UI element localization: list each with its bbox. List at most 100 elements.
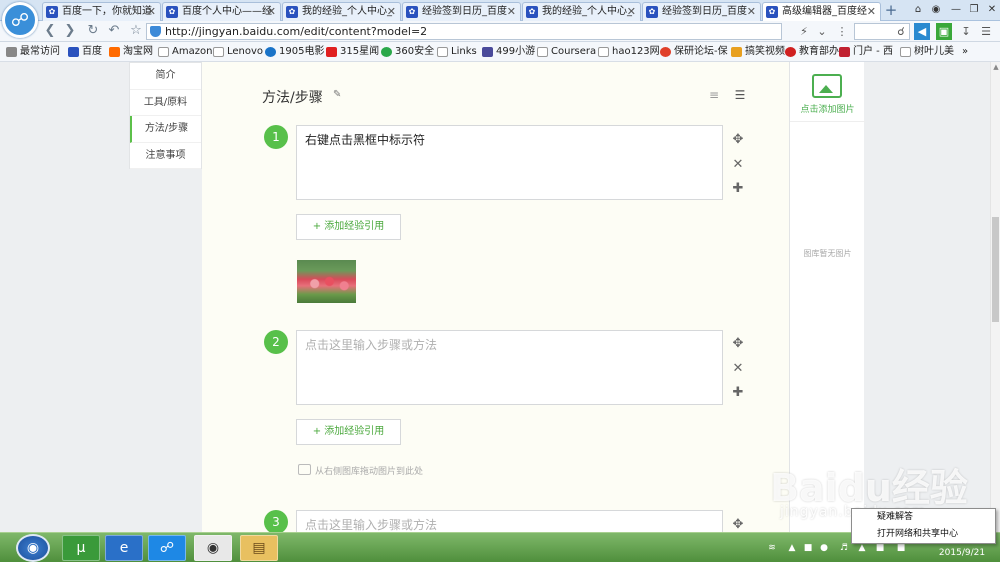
bookmark-item[interactable]: 499小游 <box>482 44 535 60</box>
close-icon[interactable]: ✕ <box>867 3 876 20</box>
page-icon <box>537 47 548 57</box>
forward-button[interactable]: ❯ <box>62 23 78 39</box>
delete-icon[interactable]: ✕ <box>730 157 746 173</box>
folder-icon <box>437 47 448 57</box>
back-button[interactable]: ❮ <box>42 23 58 39</box>
tray-app-icon[interactable]: ● <box>818 542 830 554</box>
new-tab-button[interactable]: + <box>882 2 900 20</box>
bookmark-item[interactable]: 最常访问 <box>6 44 60 60</box>
step-image-thumbnail[interactable] <box>297 260 356 303</box>
add-image-icon <box>812 74 842 98</box>
pencil-icon[interactable]: ✎ <box>333 89 341 100</box>
tab-6[interactable]: ✿ 经验签到日历_百度 ✕ <box>642 2 761 21</box>
ie-icon[interactable]: e <box>105 535 143 561</box>
add-icon[interactable]: ✚ <box>730 181 746 197</box>
url-text: http://jingyan.baidu.com/edit/content?mo… <box>165 25 428 38</box>
ordered-list-icon[interactable]: ≡ <box>707 88 721 102</box>
bookmark-item[interactable]: Links <box>437 44 477 60</box>
page-scrollbar[interactable]: ▲ <box>990 62 1000 532</box>
tab-5[interactable]: ✿ 我的经验_个人中心_ ✕ <box>522 2 641 21</box>
close-icon[interactable]: ✕ <box>507 3 516 20</box>
move-icon[interactable]: ✥ <box>730 336 746 352</box>
skin-icon[interactable]: ◉ <box>928 2 944 18</box>
portal-icon <box>839 47 850 57</box>
menu-icon[interactable]: ☰ <box>978 23 994 40</box>
tab-4[interactable]: ✿ 经验签到日历_百度 ✕ <box>402 2 521 21</box>
baidu-paw-icon <box>68 47 79 57</box>
home-icon[interactable]: ⌂ <box>910 2 926 18</box>
add-icon[interactable]: ✚ <box>730 385 746 401</box>
bookmark-item[interactable]: 360安全 <box>381 44 434 60</box>
restore-button[interactable]: ❐ <box>966 2 982 18</box>
close-icon[interactable]: ✕ <box>627 3 636 20</box>
extension-icon[interactable]: ▣ <box>936 23 952 40</box>
browser-logo-icon[interactable]: ☍ <box>2 2 38 38</box>
start-button[interactable]: ◉ <box>16 534 50 562</box>
tab-7-active[interactable]: ✿ 高级编辑器_百度经 ✕ <box>762 2 881 21</box>
bookmark-label: 保研论坛-保 <box>674 46 728 57</box>
bookmark-item[interactable]: 淘宝网 <box>109 44 153 60</box>
tab-3[interactable]: ✿ 我的经验_个人中心_ ✕ <box>282 2 401 21</box>
bookmark-item[interactable]: Lenovo <box>213 44 263 60</box>
download-icon[interactable]: ↧ <box>958 23 974 40</box>
nav-item-intro[interactable]: 简介 <box>130 63 201 90</box>
bookmark-item[interactable]: 搞笑视频 <box>731 44 785 60</box>
more-bookmarks-button[interactable]: » <box>962 44 968 60</box>
scrollbar-thumb[interactable] <box>992 217 999 322</box>
app-icon[interactable]: ◀ <box>914 23 930 40</box>
bookmark-item[interactable]: Amazon <box>158 44 212 60</box>
url-input[interactable]: http://jingyan.baidu.com/edit/content?mo… <box>146 23 782 40</box>
bookmark-item[interactable]: 315星闻 <box>326 44 379 60</box>
bookmark-item[interactable]: 保研论坛-保 <box>660 44 728 60</box>
utorrent-icon[interactable]: µ <box>62 535 100 561</box>
move-icon[interactable]: ✥ <box>730 517 746 532</box>
bullet-list-icon[interactable]: ☰ <box>733 88 747 102</box>
folder-icon[interactable]: ▤ <box>240 535 278 561</box>
nav-item-notes[interactable]: 注意事项 <box>130 143 201 169</box>
tray-app-icon[interactable]: ■ <box>802 542 814 554</box>
search-icon[interactable]: ☌ <box>893 23 909 40</box>
browser-taskbar-icon[interactable]: ☍ <box>148 535 186 561</box>
scroll-up-icon[interactable]: ▲ <box>991 62 1000 72</box>
minimize-button[interactable]: — <box>948 2 964 18</box>
close-icon[interactable]: ✕ <box>387 3 396 20</box>
step-input[interactable]: 右键点击黑框中标示符 <box>296 125 723 200</box>
tab-2[interactable]: ✿ 百度个人中心——经 ✕ <box>162 2 281 21</box>
close-icon[interactable]: ✕ <box>147 3 156 20</box>
bookmark-item[interactable]: 门户 - 西 <box>839 44 893 60</box>
bookmark-item[interactable]: hao123网 <box>598 44 660 60</box>
refresh-button[interactable]: ↻ <box>85 23 101 39</box>
menu-item-troubleshoot[interactable]: 疑难解答 <box>852 509 995 526</box>
nav-item-tools[interactable]: 工具/原料 <box>130 90 201 116</box>
undo-close-button[interactable]: ↶ <box>106 23 122 39</box>
bookmark-label: 499小游 <box>496 46 536 57</box>
tray-expand-icon[interactable]: ▲ <box>786 542 798 554</box>
close-icon[interactable]: ✕ <box>267 3 276 20</box>
lightning-icon[interactable]: ⚡ <box>796 23 812 40</box>
chevron-down-icon[interactable]: ⌄ <box>814 23 830 40</box>
panda-app-icon[interactable]: ◉ <box>194 535 232 561</box>
step-input[interactable]: 点击这里输入步骤或方法 <box>296 330 723 405</box>
bookmark-item[interactable]: Coursera <box>537 44 596 60</box>
step-input[interactable]: 点击这里输入步骤或方法 <box>296 510 723 532</box>
bookmark-item[interactable]: 1905电影 <box>265 44 324 60</box>
add-reference-button[interactable]: + 添加经验引用 <box>296 214 401 240</box>
nav-item-steps[interactable]: 方法/步骤 <box>130 116 201 143</box>
bookmark-label: 淘宝网 <box>123 46 153 57</box>
menu-item-network-center[interactable]: 打开网络和共享中心 <box>852 526 995 543</box>
bookmark-item[interactable]: 教育部办 <box>785 44 839 60</box>
bookmark-item[interactable]: 树叶儿美 <box>900 44 954 60</box>
wifi-icon[interactable]: ≋ <box>766 542 778 554</box>
star-icon[interactable]: ☆ <box>128 23 144 39</box>
move-icon[interactable]: ✥ <box>730 132 746 148</box>
volume-icon[interactable]: ♬ <box>838 542 850 554</box>
bookmark-item[interactable]: 百度 <box>68 44 102 60</box>
baidu-paw-icon: ✿ <box>526 6 538 18</box>
close-window-button[interactable]: ✕ <box>984 2 1000 18</box>
grid-icon[interactable]: ⋮ <box>834 23 850 40</box>
delete-icon[interactable]: ✕ <box>730 361 746 377</box>
add-reference-button[interactable]: + 添加经验引用 <box>296 419 401 445</box>
add-image-button[interactable]: 点击添加图片 <box>790 62 865 122</box>
tab-1[interactable]: ✿ 百度一下，你就知道 ✕ <box>42 2 161 21</box>
close-icon[interactable]: ✕ <box>747 3 756 20</box>
